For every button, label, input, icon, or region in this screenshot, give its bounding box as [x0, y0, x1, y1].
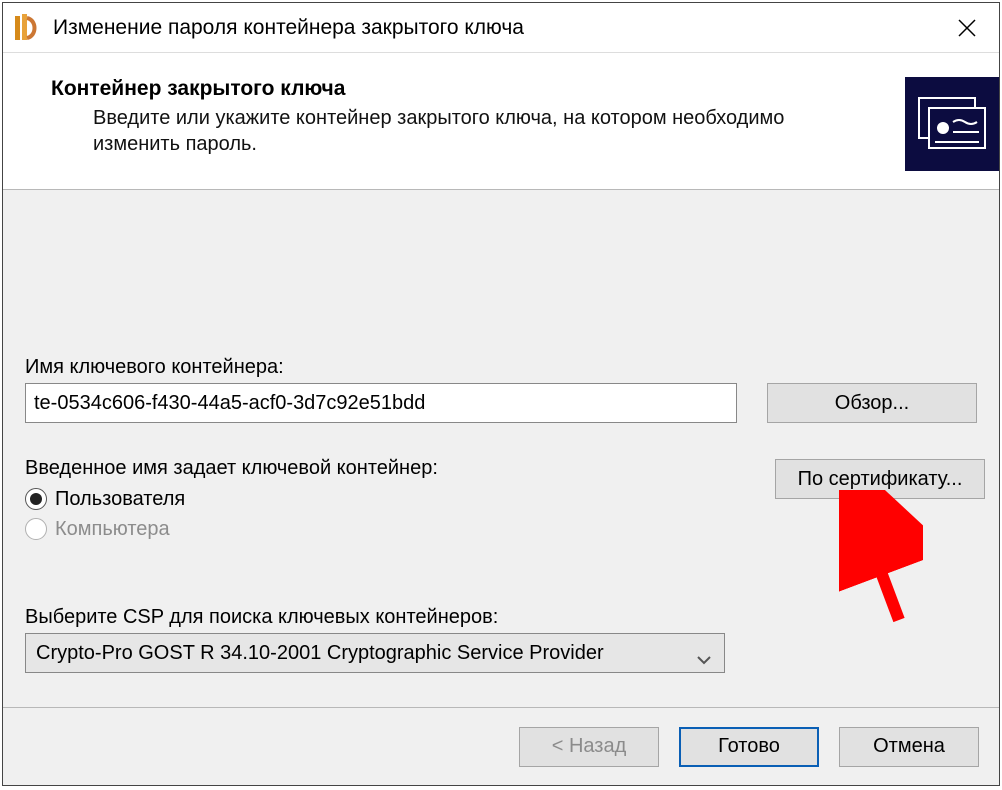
- footer: < Назад Готово Отмена: [3, 707, 999, 785]
- body-area: Имя ключевого контейнера: Обзор... Введе…: [3, 190, 999, 707]
- finish-button[interactable]: Готово: [679, 727, 819, 767]
- close-button[interactable]: [939, 4, 995, 52]
- app-icon: [13, 14, 39, 42]
- csp-selected-value: Crypto-Pro GOST R 34.10-2001 Cryptograph…: [36, 642, 604, 665]
- dialog-window: Изменение пароля контейнера закрытого кл…: [2, 2, 1000, 786]
- scope-radio-computer-input: [25, 518, 47, 540]
- titlebar: Изменение пароля контейнера закрытого кл…: [3, 3, 999, 53]
- header-panel: Контейнер закрытого ключа Введите или ук…: [3, 53, 999, 190]
- window-title: Изменение пароля контейнера закрытого кл…: [53, 16, 939, 40]
- scope-radio-group: Пользователя Компьютера: [25, 484, 745, 544]
- container-name-label: Имя ключевого контейнера:: [25, 356, 977, 379]
- scope-radio-user-input[interactable]: [25, 488, 47, 510]
- scope-label: Введенное имя задает ключевой контейнер:: [25, 457, 745, 480]
- cancel-button[interactable]: Отмена: [839, 727, 979, 767]
- browse-button[interactable]: Обзор...: [767, 383, 977, 423]
- by-certificate-button[interactable]: По сертификату...: [775, 459, 985, 499]
- scope-radio-user-label: Пользователя: [55, 488, 185, 511]
- csp-label: Выберите CSP для поиска ключевых контейн…: [25, 606, 977, 629]
- scope-radio-user[interactable]: Пользователя: [25, 484, 745, 514]
- back-button: < Назад: [519, 727, 659, 767]
- certificate-icon: [905, 77, 999, 171]
- header-description: Введите или укажите контейнер закрытого …: [51, 105, 831, 157]
- chevron-down-icon: [696, 648, 712, 658]
- container-name-input[interactable]: [25, 383, 737, 423]
- scope-radio-computer: Компьютера: [25, 514, 745, 544]
- scope-radio-computer-label: Компьютера: [55, 518, 170, 541]
- csp-select[interactable]: Crypto-Pro GOST R 34.10-2001 Cryptograph…: [25, 633, 725, 673]
- header-title: Контейнер закрытого ключа: [51, 77, 895, 101]
